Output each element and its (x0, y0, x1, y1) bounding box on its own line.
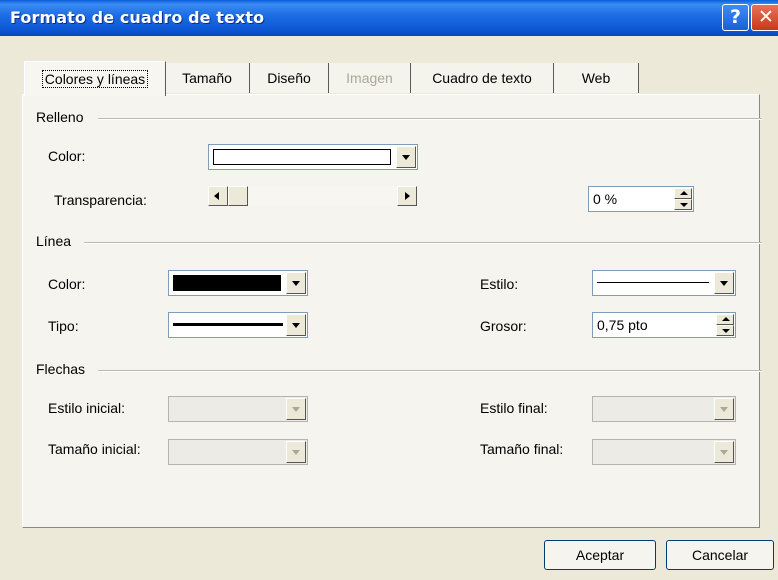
divider (98, 118, 762, 120)
fill-color-dropdown[interactable] (208, 144, 418, 170)
line-color-label: Color: (48, 276, 86, 292)
tab-diseno[interactable]: Diseño (250, 63, 329, 93)
line-weight-spinner[interactable]: 0,75 pto (592, 312, 736, 338)
chevron-down-icon (286, 398, 306, 420)
chevron-down-icon[interactable] (286, 272, 306, 294)
chevron-down-icon (714, 398, 734, 420)
start-style-label: Estilo inicial: (48, 400, 126, 416)
dialog-window: Formato de cuadro de texto ? ✕ Colores y… (0, 0, 778, 580)
tab-label: Colores y líneas (41, 70, 149, 88)
spin-down-icon[interactable] (716, 325, 734, 336)
tab-label: Imagen (346, 70, 393, 86)
line-style-dropdown[interactable] (592, 270, 736, 296)
chevron-down-icon (286, 441, 306, 463)
close-icon[interactable]: ✕ (751, 4, 778, 31)
slider-thumb[interactable] (228, 186, 248, 206)
fill-color-swatch (213, 149, 391, 165)
divider (98, 370, 762, 372)
chevron-down-icon[interactable] (286, 314, 306, 336)
transparency-label: Transparencia: (54, 192, 147, 208)
start-size-label: Tamaño inicial: (48, 441, 141, 457)
chevron-down-icon[interactable] (714, 272, 734, 294)
end-style-label: Estilo final: (480, 400, 548, 416)
tab-label: Cuadro de texto (432, 70, 532, 86)
ok-button[interactable]: Aceptar (544, 540, 656, 570)
tab-web[interactable]: Web (554, 63, 639, 93)
group-heading-linea: Línea (36, 233, 72, 249)
window-title: Formato de cuadro de texto (10, 8, 265, 27)
transparency-spinner[interactable]: 0 % (588, 186, 694, 212)
scroll-right-icon[interactable] (397, 186, 417, 206)
spin-up-icon[interactable] (674, 188, 692, 199)
tab-label: Web (581, 70, 611, 86)
line-weight-value: 0,75 pto (597, 317, 648, 333)
transparency-slider[interactable] (208, 186, 417, 206)
line-color-dropdown[interactable] (168, 270, 308, 296)
line-style-label: Estilo: (480, 276, 519, 292)
cancel-button[interactable]: Cancelar (666, 540, 774, 570)
chevron-down-icon[interactable] (396, 146, 416, 168)
tab-label: Diseño (267, 70, 311, 86)
end-size-label: Tamaño final: (480, 441, 564, 457)
line-type-dropdown[interactable] (168, 312, 308, 338)
spin-down-icon[interactable] (674, 199, 692, 210)
scroll-left-icon[interactable] (208, 186, 228, 206)
divider (84, 242, 762, 244)
end-size-dropdown (592, 439, 736, 465)
transparency-value: 0 % (593, 191, 618, 207)
start-size-dropdown (168, 439, 308, 465)
line-color-swatch (173, 275, 281, 291)
end-style-dropdown (592, 396, 736, 422)
line-style-preview (597, 282, 709, 283)
line-weight-label: Grosor: (480, 318, 527, 334)
tab-label: Tamaño (182, 70, 232, 86)
spin-up-icon[interactable] (716, 314, 734, 325)
help-icon[interactable]: ? (722, 4, 749, 31)
chevron-down-icon (714, 441, 734, 463)
tab-tamano[interactable]: Tamaño (165, 63, 250, 93)
tab-colores-y-lineas[interactable]: Colores y líneas (24, 61, 166, 96)
fill-color-label: Color: (48, 148, 86, 164)
group-heading-relleno: Relleno (36, 109, 84, 125)
group-heading-flechas: Flechas (36, 361, 86, 377)
title-bar: Formato de cuadro de texto ? ✕ (0, 0, 778, 36)
tab-imagen: Imagen (329, 63, 411, 93)
line-type-label: Tipo: (48, 318, 79, 334)
tab-cuadro-de-texto[interactable]: Cuadro de texto (411, 63, 554, 93)
line-type-preview (173, 323, 283, 326)
start-style-dropdown (168, 396, 308, 422)
